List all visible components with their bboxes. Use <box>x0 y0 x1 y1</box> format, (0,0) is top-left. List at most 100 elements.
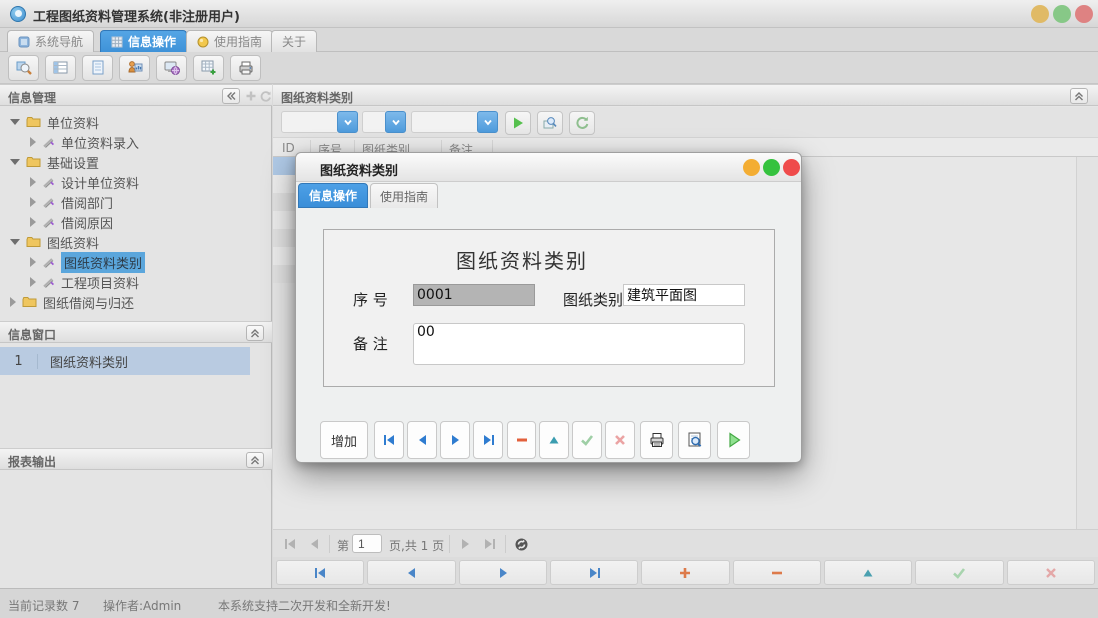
serial-input[interactable] <box>413 284 535 306</box>
collapse-up-button[interactable] <box>246 325 264 341</box>
nav-cancel-button[interactable] <box>1007 560 1095 585</box>
tree-node-borrow-reason[interactable]: 借阅原因 <box>0 212 272 232</box>
dialog-preview-button[interactable] <box>678 421 711 459</box>
toolbar-monitor-globe-button[interactable] <box>156 55 187 81</box>
category-input[interactable] <box>623 284 745 306</box>
nav-delete-button[interactable] <box>733 560 821 585</box>
refresh-tree-button[interactable] <box>257 88 273 104</box>
pager-next-button[interactable] <box>457 536 473 552</box>
dialog-close-button[interactable] <box>783 159 800 176</box>
dialog-delete-button[interactable] <box>507 421 536 459</box>
pager-refresh-button[interactable] <box>513 536 529 552</box>
tree-node-drawing-category[interactable]: 图纸资料类别 <box>0 252 272 272</box>
dialog-maximize-button[interactable] <box>763 159 780 176</box>
tree-node-label: 设计单位资料 <box>61 173 139 192</box>
nav-insert-button[interactable] <box>641 560 729 585</box>
toolbar-search-button[interactable] <box>8 55 39 81</box>
filter-refresh-button[interactable] <box>569 111 595 135</box>
tree-node-project-data[interactable]: 工程项目资料 <box>0 272 272 292</box>
nav-edit-button[interactable] <box>824 560 912 585</box>
expanded-arrow-icon[interactable] <box>10 159 20 165</box>
tree-node-unit-data[interactable]: 单位资料 <box>0 112 272 132</box>
nav-post-button[interactable] <box>915 560 1003 585</box>
info-window-row[interactable]: 1 图纸资料类别 <box>0 347 250 375</box>
dialog-prev-button[interactable] <box>407 421 437 459</box>
double-chevron-up-icon <box>1073 90 1085 102</box>
last-record-icon <box>480 432 496 448</box>
minimize-button[interactable] <box>1031 5 1049 23</box>
dialog-next-button[interactable] <box>440 421 470 459</box>
plus-icon <box>245 90 257 102</box>
tab-system-nav[interactable]: 系统导航 <box>7 30 94 52</box>
tree-node-label: 借阅原因 <box>61 213 113 232</box>
tab-user-guide[interactable]: 使用指南 <box>186 30 273 52</box>
collapse-left-button[interactable] <box>222 88 240 104</box>
filter-combo-field[interactable] <box>281 111 358 133</box>
tree-node-label: 工程项目资料 <box>61 273 139 292</box>
expanded-arrow-icon[interactable] <box>10 239 20 245</box>
row-label: 图纸资料类别 <box>38 352 128 371</box>
collapsed-arrow-icon[interactable] <box>30 177 36 187</box>
collapsed-arrow-icon[interactable] <box>30 277 36 287</box>
pager-last-button[interactable] <box>481 536 497 552</box>
nav-next-button[interactable] <box>459 560 547 585</box>
filter-run-button[interactable] <box>505 111 531 135</box>
filter-combo-value[interactable] <box>411 111 498 133</box>
remark-textarea[interactable]: 00 <box>413 323 745 365</box>
dialog-edit-button[interactable] <box>539 421 569 459</box>
folder-icon <box>26 116 41 128</box>
tree-node-unit-data-entry[interactable]: 单位资料录入 <box>0 132 272 152</box>
dialog-last-button[interactable] <box>473 421 503 459</box>
tree-node-drawing-data[interactable]: 图纸资料 <box>0 232 272 252</box>
collapsed-arrow-icon[interactable] <box>30 197 36 207</box>
tab-info-operation[interactable]: 信息操作 <box>100 30 187 52</box>
dialog-run-button[interactable] <box>717 421 750 459</box>
expanded-arrow-icon[interactable] <box>10 119 20 125</box>
toolbar-table-add-button[interactable] <box>193 55 224 81</box>
nav-first-button[interactable] <box>276 560 364 585</box>
user-report-icon <box>126 59 144 77</box>
printer-icon <box>237 59 255 77</box>
dialog-first-button[interactable] <box>374 421 404 459</box>
collapsed-arrow-icon[interactable] <box>30 217 36 227</box>
combo-dropdown-button[interactable] <box>385 111 406 133</box>
dialog-tab-info-operation[interactable]: 信息操作 <box>298 183 368 208</box>
tree-node-borrow-dept[interactable]: 借阅部门 <box>0 192 272 212</box>
tool-icon <box>42 276 55 289</box>
pager-first-button[interactable] <box>282 536 298 552</box>
tree-node-base-settings[interactable]: 基础设置 <box>0 152 272 172</box>
dialog-minimize-button[interactable] <box>743 159 760 176</box>
combo-dropdown-button[interactable] <box>477 111 498 133</box>
toolbar-printer-button[interactable] <box>230 55 261 81</box>
grid-col-id[interactable]: ID <box>282 141 295 155</box>
collapsed-arrow-icon[interactable] <box>30 257 36 267</box>
dialog-print-button[interactable] <box>640 421 673 459</box>
toolbar-document-button[interactable] <box>82 55 113 81</box>
collapse-up-button[interactable] <box>246 452 264 468</box>
collapsed-arrow-icon[interactable] <box>10 297 16 307</box>
tree-node-design-unit[interactable]: 设计单位资料 <box>0 172 272 192</box>
scrollbar-gutter[interactable] <box>1076 157 1098 529</box>
nav-last-button[interactable] <box>550 560 638 585</box>
nav-prev-button[interactable] <box>367 560 455 585</box>
pager-page-input[interactable] <box>352 534 382 553</box>
collapsed-arrow-icon[interactable] <box>30 137 36 147</box>
collapse-up-button[interactable] <box>1070 88 1088 104</box>
tree-node-borrow-return[interactable]: 图纸借阅与归还 <box>0 292 272 312</box>
toolbar-user-report-button[interactable] <box>119 55 150 81</box>
filter-find-button[interactable] <box>537 111 563 135</box>
dialog-cancel-button[interactable] <box>605 421 635 459</box>
toolbar-table-view-button[interactable] <box>45 55 76 81</box>
form-heading: 图纸资料类别 <box>296 245 748 274</box>
close-button[interactable] <box>1075 5 1093 23</box>
dialog-post-button[interactable] <box>572 421 602 459</box>
refresh-icon <box>513 536 530 553</box>
combo-dropdown-button[interactable] <box>337 111 358 133</box>
pager-prev-button[interactable] <box>306 536 322 552</box>
maximize-button[interactable] <box>1053 5 1071 23</box>
add-button[interactable]: 增加 <box>320 421 368 459</box>
dialog-tab-user-guide[interactable]: 使用指南 <box>370 183 438 208</box>
remark-label: 备 注 <box>353 333 388 354</box>
tab-about[interactable]: 关于 <box>271 30 317 52</box>
filter-combo-operator[interactable] <box>362 111 406 133</box>
